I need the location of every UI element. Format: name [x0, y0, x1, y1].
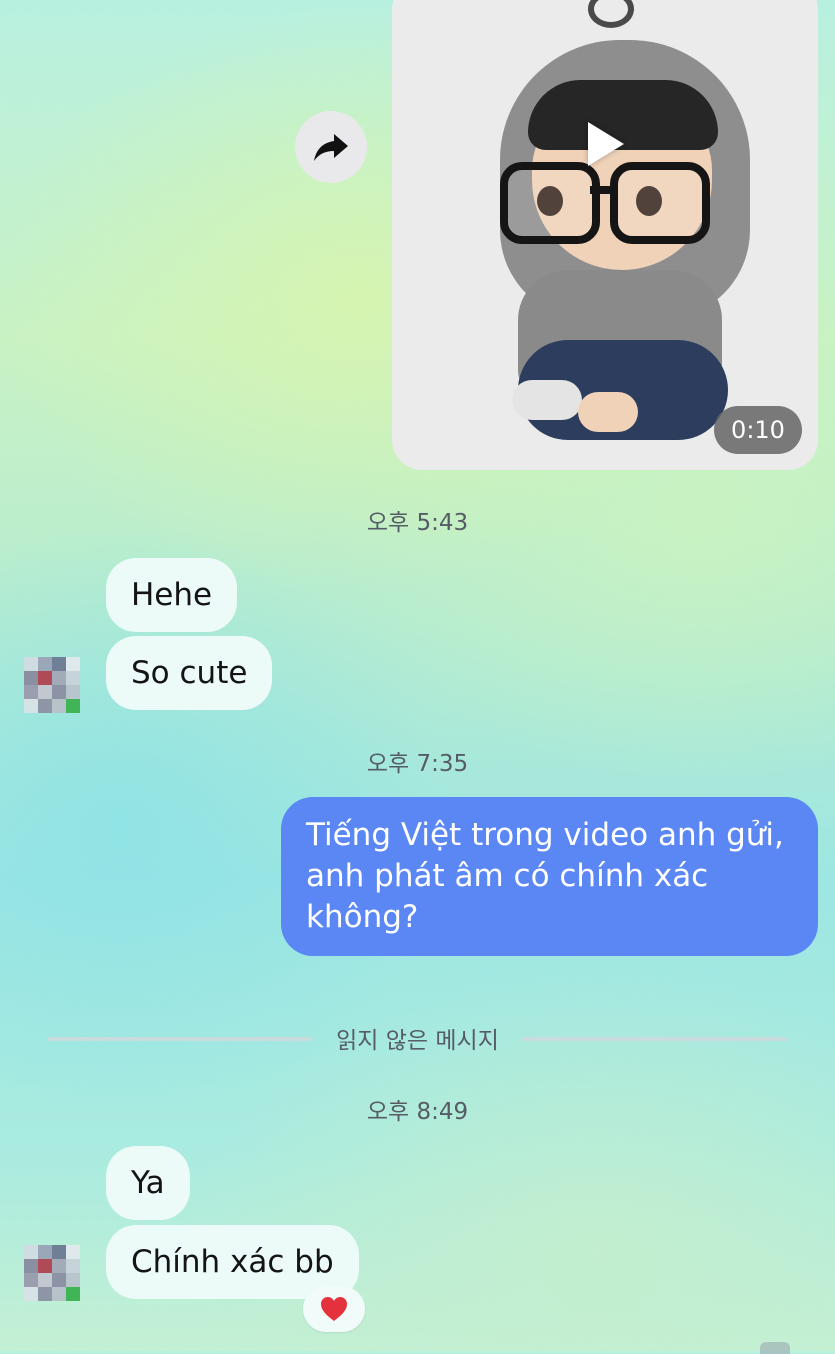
- heart-icon: [321, 1297, 347, 1321]
- scroll-indicator-icon: [760, 1342, 790, 1354]
- share-arrow-icon: [314, 134, 348, 161]
- outgoing-message-bubble[interactable]: Tiếng Việt trong video anh gửi, anh phát…: [281, 797, 818, 956]
- share-button[interactable]: [295, 111, 367, 183]
- avatar[interactable]: [24, 657, 80, 713]
- incoming-message-bubble[interactable]: Hehe: [106, 558, 238, 632]
- figure-glasses-bridge: [590, 186, 612, 194]
- play-icon[interactable]: [588, 122, 624, 166]
- keychain-ring: [588, 0, 634, 28]
- heart-reaction-badge[interactable]: [303, 1286, 365, 1332]
- timestamp: 오후 8:49: [366, 1099, 469, 1125]
- unread-messages-divider: 읽지 않은 메시지: [336, 1028, 499, 1054]
- timestamp: 오후 5:43: [366, 510, 469, 536]
- figure-hand: [578, 392, 638, 432]
- figure-glasses: [500, 162, 600, 244]
- figure-shoe: [512, 380, 582, 420]
- figure-glasses: [610, 162, 710, 244]
- video-duration-badge: 0:10: [714, 406, 802, 454]
- avatar[interactable]: [24, 1245, 80, 1301]
- incoming-message-bubble[interactable]: So cute: [106, 636, 273, 710]
- incoming-message-bubble[interactable]: Ya: [106, 1146, 190, 1220]
- video-message-card[interactable]: 0:10: [392, 0, 818, 470]
- timestamp: 오후 7:35: [366, 751, 469, 777]
